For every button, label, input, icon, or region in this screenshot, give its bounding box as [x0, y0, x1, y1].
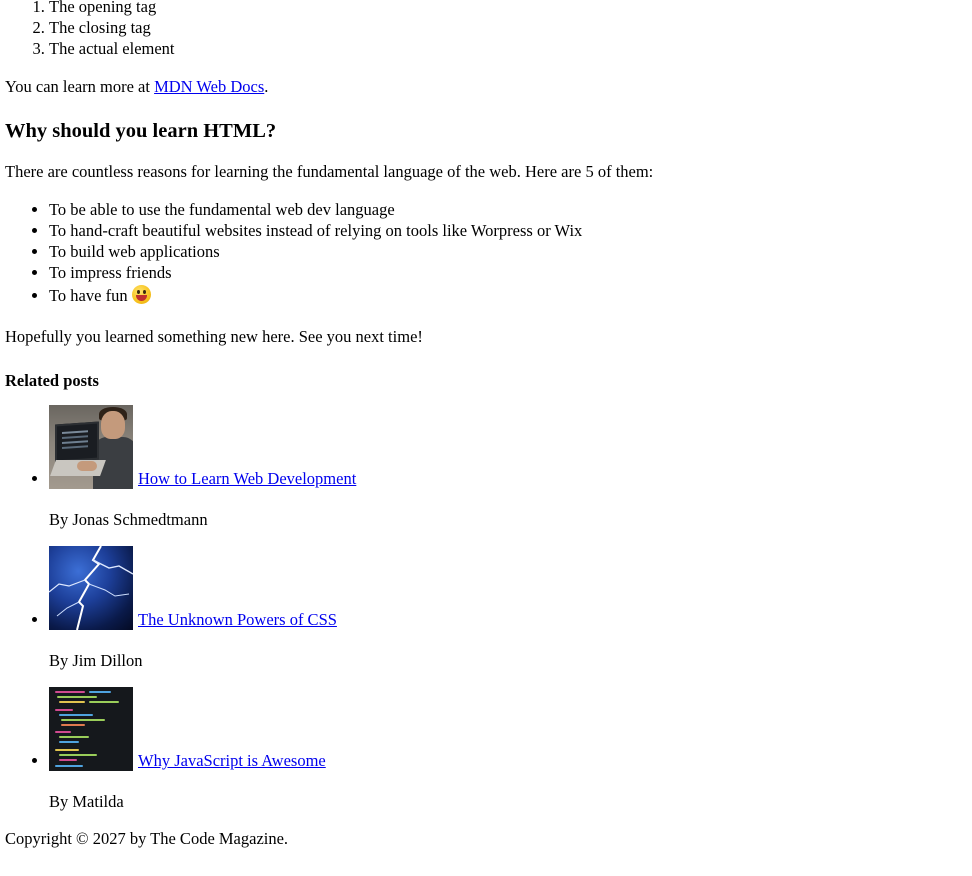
related-post-item: Why JavaScript is Awesome By Matilda [49, 687, 965, 812]
list-item: To impress friends [49, 262, 965, 283]
grinning-face-emoji-icon [131, 285, 151, 304]
learn-more-paragraph: You can learn more at MDN Web Docs. [5, 76, 965, 97]
post-link-css-powers[interactable]: The Unknown Powers of CSS [138, 610, 337, 629]
reasons-intro: There are countless reasons for learning… [5, 162, 654, 181]
lightning-image-icon [49, 546, 133, 630]
post-author: By Matilda [49, 792, 124, 811]
article-page: The opening tag The closing tag The actu… [5, 0, 965, 849]
list-item: To be able to use the fundamental web de… [49, 199, 965, 220]
reason-fun-label: To have fun [49, 286, 128, 305]
related-posts-heading: Related posts [5, 371, 99, 390]
why-learn-heading: Why should you learn HTML? [5, 120, 277, 142]
related-posts-list: How to Learn Web Development By Jonas Sc… [5, 405, 965, 812]
list-item: The opening tag [49, 0, 965, 17]
post-author: By Jim Dillon [49, 651, 143, 670]
developer-laptop-image-icon [49, 405, 133, 489]
learn-more-suffix: . [264, 77, 269, 96]
mdn-web-docs-link[interactable]: MDN Web Docs [154, 77, 264, 96]
post-author: By Jonas Schmedtmann [49, 510, 208, 529]
post-link-learn-web-dev[interactable]: How to Learn Web Development [138, 469, 356, 488]
element-parts-list: The opening tag The closing tag The actu… [5, 0, 965, 59]
list-item: The actual element [49, 38, 965, 59]
list-item: To hand-craft beautiful websites instead… [49, 220, 965, 241]
code-screen-image-icon [49, 687, 133, 771]
outro-paragraph: Hopefully you learned something new here… [5, 327, 423, 346]
list-item: To have fun [49, 283, 965, 309]
copyright-footer: Copyright © 2027 by The Code Magazine. [5, 829, 289, 848]
related-post-item: How to Learn Web Development By Jonas Sc… [49, 405, 965, 530]
list-item: To build web applications [49, 241, 965, 262]
post-link-js-awesome[interactable]: Why JavaScript is Awesome [138, 751, 326, 770]
reasons-list: To be able to use the fundamental web de… [5, 199, 965, 309]
related-post-item: The Unknown Powers of CSS By Jim Dillon [49, 546, 965, 671]
learn-more-prefix: You can learn more at [5, 77, 155, 96]
list-item: The closing tag [49, 17, 965, 38]
